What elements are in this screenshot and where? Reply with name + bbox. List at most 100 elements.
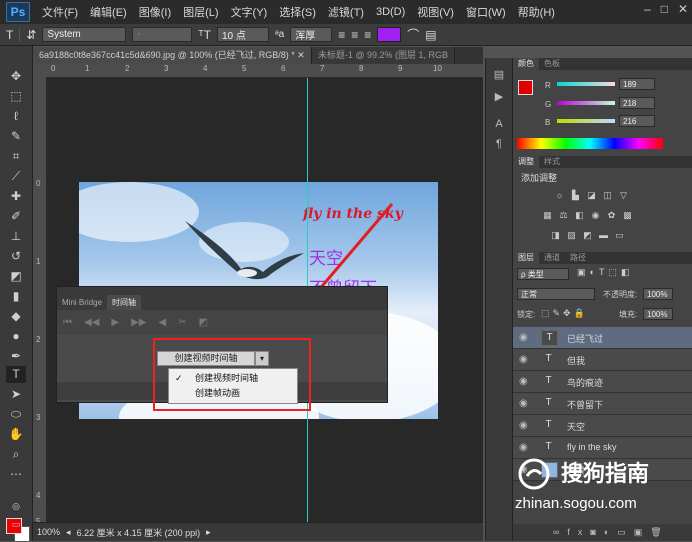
tab-untitled-document[interactable]: 未标题-1 @ 99.2% (图层 1, RGB <box>311 47 455 64</box>
tab-adjustments[interactable]: 调整 <box>513 156 539 168</box>
font-family-select[interactable]: System <box>42 27 127 42</box>
vibrance-icon[interactable]: ▽ <box>617 190 630 201</box>
tab-timeline[interactable]: 时间轴 <box>107 295 142 310</box>
actions-panel-icon[interactable]: ▶ <box>492 90 506 104</box>
tab-paths[interactable]: 路径 <box>565 252 591 264</box>
tab-swatches[interactable]: 色板 <box>539 58 565 70</box>
exposure-icon[interactable]: ◫ <box>601 190 614 201</box>
red-value-field[interactable]: 189 <box>619 78 655 90</box>
opacity-field[interactable]: 100% <box>643 288 673 300</box>
photo-filter-icon[interactable]: ◉ <box>589 210 602 221</box>
visibility-eye-icon[interactable]: ◉ <box>519 332 528 343</box>
invert-icon[interactable]: ◨ <box>549 230 562 241</box>
zoom-level[interactable]: 100% <box>37 527 60 537</box>
tab-channels[interactable]: 通道 <box>539 252 565 264</box>
blue-slider[interactable] <box>557 119 615 123</box>
status-expand-icon[interactable]: ▸ <box>206 527 211 538</box>
more-tools-icon[interactable]: ⋯ <box>6 466 26 483</box>
layer-filter-icons[interactable]: ▣◐T⬚◧ <box>577 267 633 278</box>
paragraph-panel-icon[interactable]: ¶ <box>492 138 506 152</box>
color-spectrum[interactable] <box>517 138 663 149</box>
red-slider[interactable] <box>557 82 615 86</box>
layer-row[interactable]: ◉ T 天空 <box>513 415 692 437</box>
audio-icon[interactable]: ◀ <box>158 317 166 328</box>
type-tool-icon[interactable]: T <box>6 28 13 42</box>
align-right-icon[interactable]: ≡ <box>364 28 371 42</box>
menu-type[interactable]: 文字(Y) <box>225 4 274 20</box>
split-icon[interactable]: ✂ <box>178 317 186 328</box>
visibility-eye-icon[interactable]: ◉ <box>519 398 528 409</box>
next-frame-icon[interactable]: ▶▶ <box>131 317 146 328</box>
brightness-icon[interactable]: ☼ <box>553 190 566 201</box>
menu-filter[interactable]: 滤镜(T) <box>322 4 370 20</box>
lock-icons[interactable]: ⬚✎✥🔒 <box>541 308 588 319</box>
prev-frame-icon[interactable]: ◀◀ <box>84 317 99 328</box>
zoom-tool-icon[interactable]: ⌕ <box>6 446 26 463</box>
path-select-icon[interactable]: ➤ <box>6 386 26 403</box>
quick-mask-icon[interactable]: ◎ <box>6 498 26 515</box>
menu-edit[interactable]: 编辑(E) <box>84 4 133 20</box>
align-center-icon[interactable]: ≡ <box>351 28 358 42</box>
eraser-tool-icon[interactable]: ◩ <box>6 268 26 285</box>
foreground-color-chip[interactable] <box>518 80 533 95</box>
menu-image[interactable]: 图像(I) <box>133 4 177 20</box>
crop-tool-icon[interactable]: ⌗ <box>6 148 26 165</box>
color-lookup-icon[interactable]: ▩ <box>621 210 634 221</box>
status-menu-icon[interactable]: ◂ <box>66 527 71 538</box>
tab-styles[interactable]: 样式 <box>539 156 565 168</box>
layer-row[interactable]: ◉ T 鸟的痕迹 <box>513 371 692 393</box>
transition-icon[interactable]: ◩ <box>199 317 208 328</box>
marquee-tool-icon[interactable]: ⬚ <box>6 88 26 105</box>
visibility-eye-icon[interactable]: ◉ <box>519 354 528 365</box>
menu-layer[interactable]: 图层(L) <box>177 4 224 20</box>
hue-icon[interactable]: ▦ <box>541 210 554 221</box>
go-first-frame-icon[interactable]: ⏮ <box>63 317 72 328</box>
move-tool-icon[interactable]: ✥ <box>6 68 26 85</box>
minimize-button[interactable]: – <box>644 2 651 16</box>
character-panel-icon[interactable]: ▤ <box>425 28 436 42</box>
levels-icon[interactable]: ▙ <box>569 190 582 201</box>
blur-tool-icon[interactable]: ◆ <box>6 308 26 325</box>
bw-icon[interactable]: ◧ <box>573 210 586 221</box>
channel-mixer-icon[interactable]: ✿ <box>605 210 618 221</box>
fill-field[interactable]: 100% <box>643 308 673 320</box>
history-panel-icon[interactable]: ▤ <box>492 68 506 82</box>
layer-filter-select[interactable]: ρ 类型 <box>517 268 569 280</box>
character-panel-icon[interactable]: A <box>492 118 506 132</box>
dodge-tool-icon[interactable]: ● <box>6 328 26 345</box>
layers-footer-icons[interactable]: ∞fx◙◐▭▣🗑 <box>513 524 692 541</box>
visibility-eye-icon[interactable]: ◉ <box>519 376 528 387</box>
visibility-eye-icon[interactable]: ◉ <box>519 420 528 431</box>
layer-row[interactable]: ◉ T 但我 <box>513 349 692 371</box>
menu-select[interactable]: 选择(S) <box>273 4 322 20</box>
tab-mini-bridge[interactable]: Mini Bridge <box>57 295 107 310</box>
tab-layers[interactable]: 图层 <box>513 252 539 264</box>
lasso-tool-icon[interactable]: ℓ <box>6 108 26 125</box>
layer-row[interactable]: ◉ T 不曾留下 <box>513 393 692 415</box>
green-value-field[interactable]: 218 <box>619 97 655 109</box>
eyedropper-tool-icon[interactable]: ⟋ <box>6 168 26 185</box>
type-tool-icon[interactable]: T <box>6 366 26 383</box>
screen-mode-icon[interactable]: ▭ <box>6 516 26 533</box>
font-style-select[interactable]: - <box>132 27 193 42</box>
orientation-toggle-icon[interactable]: ⇵ <box>19 27 36 42</box>
posterize-icon[interactable]: ▨ <box>565 230 578 241</box>
healing-brush-icon[interactable]: ✚ <box>6 188 26 205</box>
gradient-map-icon[interactable]: ▬ <box>597 230 610 241</box>
hand-tool-icon[interactable]: ✋ <box>6 426 26 443</box>
warp-text-icon[interactable]: ⌒ <box>407 26 419 43</box>
pen-tool-icon[interactable]: ✒ <box>6 348 26 365</box>
history-brush-icon[interactable]: ↺ <box>6 248 26 265</box>
tab-active-document[interactable]: 6a9188c0t8e367cc41c5d&690.jpg @ 100% (已经… <box>33 47 312 64</box>
menu-file[interactable]: 文件(F) <box>36 4 84 20</box>
brush-tool-icon[interactable]: ✐ <box>6 208 26 225</box>
gradient-tool-icon[interactable]: ▮ <box>6 288 26 305</box>
menu-window[interactable]: 窗口(W) <box>460 4 512 20</box>
blend-mode-select[interactable]: 正常 <box>517 288 595 300</box>
layer-row[interactable]: ◉ T 已经飞过 <box>513 327 692 349</box>
curves-icon[interactable]: ◪ <box>585 190 598 201</box>
menu-view[interactable]: 视图(V) <box>411 4 460 20</box>
menu-help[interactable]: 帮助(H) <box>512 4 561 20</box>
green-slider[interactable] <box>557 101 615 105</box>
shape-tool-icon[interactable]: ⬭ <box>6 406 26 423</box>
